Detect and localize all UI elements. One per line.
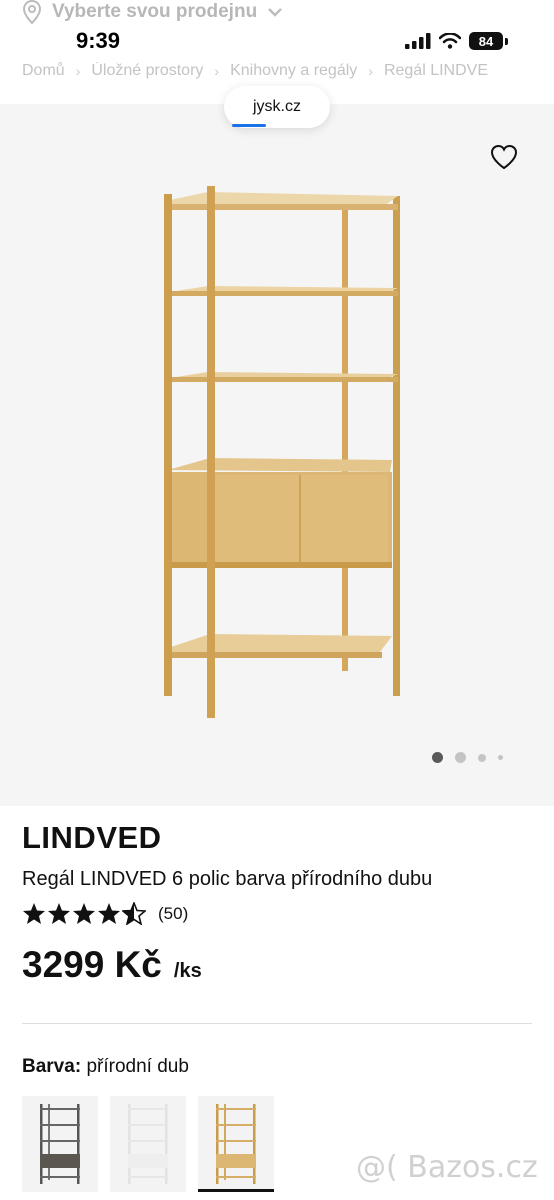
color-swatches — [22, 1096, 274, 1192]
star-icon — [23, 903, 45, 924]
breadcrumb-item-storage[interactable]: Úložné prostory — [91, 62, 203, 80]
shelf-oak-thumbnail — [216, 1104, 256, 1184]
price-value: 3299 Kč — [22, 944, 162, 985]
signal-icon — [405, 33, 431, 49]
status-icons: 84 — [405, 32, 508, 50]
breadcrumb-item-bookcases[interactable]: Knihovny a regály — [230, 62, 357, 80]
battery-icon: 84 — [469, 32, 503, 50]
swatch-dark[interactable] — [22, 1096, 98, 1192]
browser-url-pill[interactable]: jysk.cz — [224, 86, 330, 128]
star-half-icon — [122, 902, 146, 925]
chevron-right-icon: › — [214, 63, 220, 79]
product-brand: LINDVED — [22, 820, 162, 855]
breadcrumb: Domů › Úložné prostory › Knihovny a regá… — [22, 62, 554, 80]
store-selector-label: Vyberte svou prodejnu — [52, 1, 258, 22]
product-image-shelf — [164, 186, 400, 718]
divider — [22, 1023, 532, 1024]
star-icon — [73, 903, 95, 924]
gallery-dot-2[interactable] — [455, 752, 466, 763]
color-value: přírodní dub — [86, 1056, 189, 1077]
bazos-watermark: @( Bazos.cz — [356, 1150, 538, 1185]
page-load-progress — [232, 124, 266, 127]
color-label: Barva: — [22, 1056, 82, 1077]
star-icon — [48, 903, 70, 924]
product-name: Regál LINDVED 6 polic barva přírodního d… — [22, 868, 433, 890]
star-icon — [98, 903, 120, 924]
breadcrumb-item-current[interactable]: Regál LINDVE — [384, 62, 488, 80]
favorite-heart-icon[interactable] — [490, 144, 518, 170]
product-price: 3299 Kč /ks — [22, 944, 202, 986]
chevron-right-icon: › — [368, 63, 373, 79]
product-rating[interactable]: (50) — [22, 902, 188, 925]
breadcrumb-item-home[interactable]: Domů — [22, 62, 65, 80]
chevron-down-icon — [268, 8, 283, 17]
shelf-dark-thumbnail — [40, 1104, 80, 1184]
battery-cap — [505, 37, 508, 45]
shelf-white-thumbnail — [128, 1104, 168, 1184]
gallery-pagination — [432, 752, 503, 763]
chevron-right-icon: › — [75, 63, 81, 79]
store-selector[interactable]: Vyberte svou prodejnu — [22, 0, 283, 24]
swatch-natural-oak[interactable] — [198, 1096, 274, 1192]
review-count[interactable]: (50) — [158, 904, 188, 924]
gallery-dot-4[interactable] — [498, 755, 503, 760]
status-time: 9:39 — [76, 28, 121, 53]
rating-stars — [22, 902, 146, 925]
gallery-dot-1[interactable] — [432, 752, 443, 763]
location-pin-icon — [22, 0, 42, 24]
price-unit: /ks — [173, 960, 202, 982]
gallery-dot-3[interactable] — [478, 753, 486, 762]
wifi-icon — [439, 33, 461, 49]
color-selection: Barva: přírodní dub — [22, 1056, 189, 1078]
swatch-white[interactable] — [110, 1096, 186, 1192]
